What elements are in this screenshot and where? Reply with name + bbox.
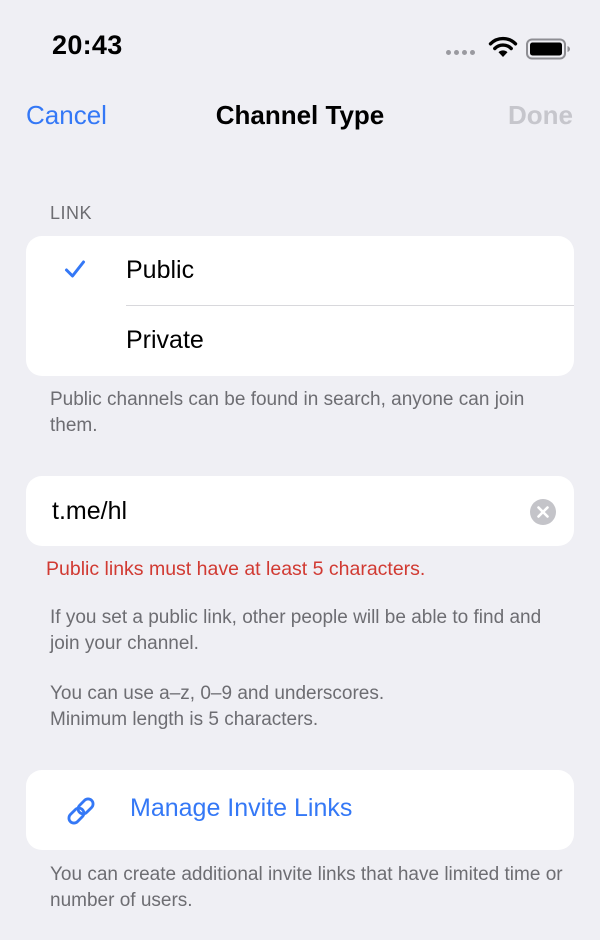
done-button[interactable]: Done	[508, 100, 573, 131]
manage-invite-links-button[interactable]: Manage Invite Links	[26, 770, 574, 850]
minimum-length-line: Minimum length is 5 characters.	[50, 709, 319, 730]
navigation-bar: Cancel Channel Type Done	[0, 92, 600, 142]
option-public-label: Public	[126, 256, 195, 284]
battery-icon	[526, 38, 570, 60]
status-time: 20:43	[52, 30, 123, 60]
public-link-info: If you set a public link, other people w…	[50, 607, 542, 654]
clear-icon[interactable]	[530, 499, 556, 525]
link-type-group: Public Private	[26, 236, 574, 376]
cellular-dots-icon	[446, 50, 475, 55]
option-private[interactable]: Private	[26, 306, 574, 376]
invite-links-footer: You can create additional invite links t…	[50, 864, 563, 911]
option-private-label: Private	[126, 326, 204, 354]
manage-invite-links-label: Manage Invite Links	[130, 794, 353, 822]
section-header-link: LINK	[50, 203, 93, 223]
allowed-characters-info: You can use a–z, 0–9 and underscores. Mi…	[50, 681, 570, 733]
public-link-field	[26, 476, 574, 546]
link-error-message: Public links must have at least 5 charac…	[46, 558, 426, 580]
link-type-footer: Public channels can be found in search, …	[50, 389, 525, 436]
wifi-icon	[488, 36, 518, 57]
allowed-characters-line: You can use a–z, 0–9 and underscores.	[50, 683, 385, 704]
channel-type-screen: 20:43 Cancel Channel Type Done LINK Publ…	[0, 0, 600, 940]
option-public[interactable]: Public	[26, 236, 574, 306]
public-link-input[interactable]	[52, 494, 512, 528]
status-bar: 20:43	[0, 0, 600, 92]
link-icon	[67, 797, 95, 825]
checkmark-icon	[65, 260, 85, 278]
